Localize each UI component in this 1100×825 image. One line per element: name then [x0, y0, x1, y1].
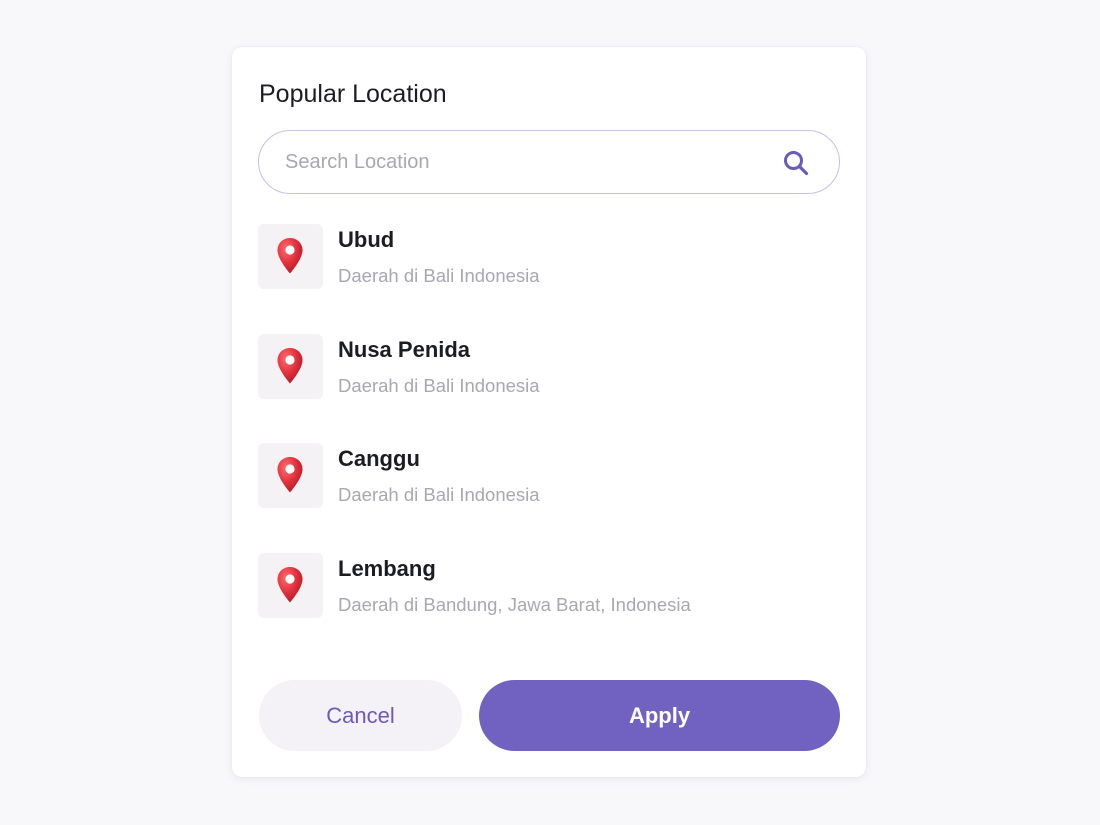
- location-thumbnail: [258, 443, 323, 508]
- search-icon[interactable]: [781, 148, 811, 178]
- location-thumbnail: [258, 224, 323, 289]
- search-input[interactable]: [285, 131, 755, 193]
- map-pin-icon: [277, 347, 303, 383]
- popular-location-modal: Popular Location Search Location Ubud Da…: [232, 47, 866, 777]
- apply-button[interactable]: Apply: [479, 680, 840, 751]
- location-item-nusa-penida[interactable]: Nusa Penida Daerah di Bali Indonesia: [258, 333, 840, 400]
- modal-title: Popular Location: [259, 80, 447, 108]
- location-description: Daerah di Bali Indonesia: [338, 265, 540, 286]
- location-list: Ubud Daerah di Bali Indonesia Nusa Penid…: [258, 224, 840, 662]
- map-pin-icon: [277, 457, 303, 493]
- location-name: Lembang: [338, 555, 436, 581]
- search-bar[interactable]: [258, 130, 840, 194]
- location-description: Daerah di Bandung, Jawa Barat, Indonesia: [338, 593, 691, 615]
- map-pin-icon: [277, 238, 303, 274]
- location-item-lembang[interactable]: Lembang Daerah di Bandung, Jawa Barat, I…: [258, 552, 840, 619]
- location-item-canggu[interactable]: Canggu Daerah di Bali Indonesia: [258, 443, 840, 509]
- location-thumbnail: [258, 552, 323, 618]
- cancel-button[interactable]: Cancel: [259, 680, 462, 751]
- location-thumbnail: [258, 333, 323, 399]
- map-pin-icon: [277, 566, 303, 602]
- location-name: Canggu: [338, 446, 420, 471]
- location-name: Nusa Penida: [338, 336, 471, 362]
- location-description: Daerah di Bali Indonesia: [338, 374, 540, 396]
- location-name: Ubud: [338, 227, 395, 252]
- location-description: Daerah di Bali Indonesia: [338, 484, 540, 505]
- location-item-ubud[interactable]: Ubud Daerah di Bali Indonesia: [258, 224, 840, 290]
